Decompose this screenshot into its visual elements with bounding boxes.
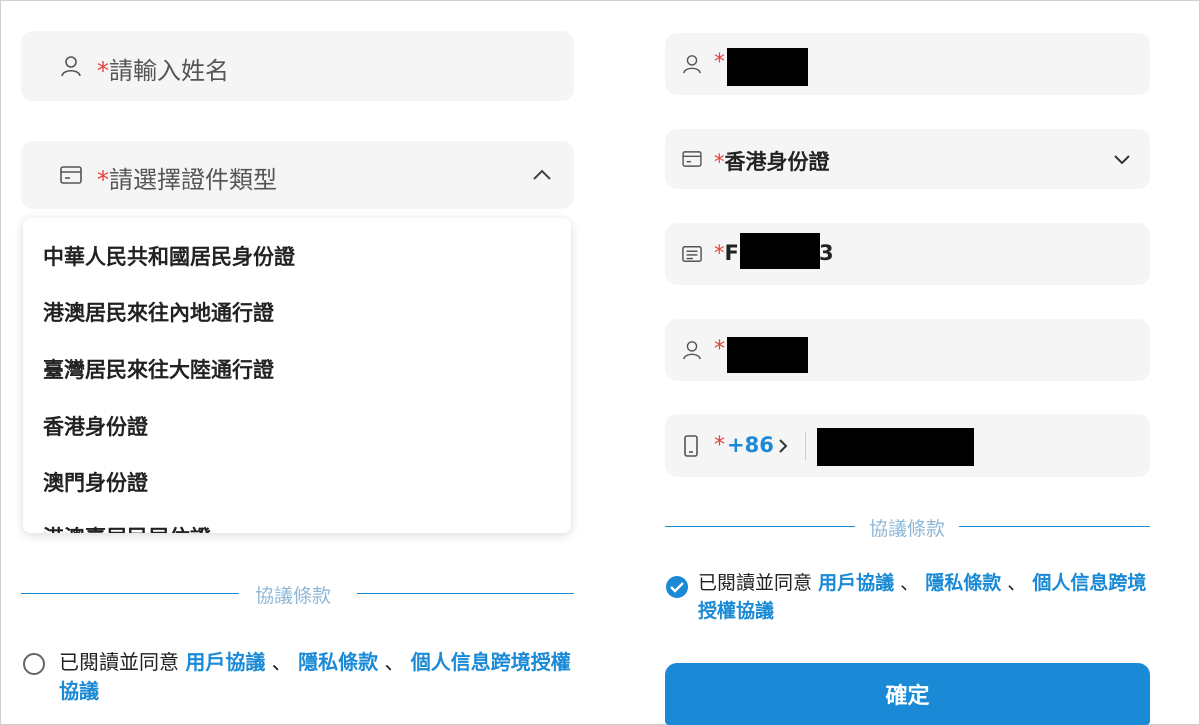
divider-line xyxy=(959,526,1150,527)
privacy-terms-link[interactable]: 隱私條款 xyxy=(298,650,378,674)
id-type-select[interactable]: *香港身份證 xyxy=(665,129,1150,189)
dropdown-option[interactable]: 中華人民共和國居民身份證 xyxy=(43,241,295,271)
redacted-value xyxy=(817,428,974,466)
name-placeholder: 請輸入姓名 xyxy=(109,57,229,85)
id-type-placeholder: 請選擇證件類型 xyxy=(109,166,277,194)
input-separator xyxy=(805,432,806,460)
required-mark: * xyxy=(97,57,109,85)
id-type-dropdown[interactable]: 中華人民共和國居民身份證 港澳居民來往內地通行證 臺灣居民來往大陸通行證 香港身… xyxy=(23,218,571,533)
agreement-text: 已閱讀並同意 用戶協議 、 隱私條款 、 個人信息跨境授權協議 xyxy=(698,570,1160,625)
chevron-right-icon[interactable] xyxy=(777,438,789,454)
agreement-prefix: 已閱讀並同意 xyxy=(59,650,179,674)
english-name-input[interactable]: * xyxy=(665,319,1150,381)
divider-line xyxy=(21,593,239,594)
mobile-phone-icon xyxy=(682,435,700,457)
redacted-value xyxy=(727,48,808,86)
dropdown-option[interactable]: 香港身份證 xyxy=(43,411,148,441)
required-mark: * xyxy=(714,433,725,458)
divider-label: 協議條款 xyxy=(255,585,332,607)
required-mark: * xyxy=(97,166,109,194)
confirm-button[interactable]: 確定 xyxy=(665,663,1150,725)
separator: 、 xyxy=(900,572,920,594)
divider-label: 協議條款 xyxy=(869,518,946,540)
privacy-terms-link[interactable]: 隱私條款 xyxy=(925,572,1001,594)
terms-divider: 協議條款 xyxy=(665,514,1150,540)
id-type-value: 香港身份證 xyxy=(724,150,830,174)
agree-checkbox-checked[interactable] xyxy=(666,576,688,598)
user-agreement-link[interactable]: 用戶協議 xyxy=(185,650,265,674)
id-card-icon xyxy=(681,149,703,169)
required-mark: * xyxy=(714,337,725,362)
id-card-icon xyxy=(59,163,83,187)
required-mark: * xyxy=(714,50,725,75)
user-icon xyxy=(681,53,703,75)
agreement-prefix: 已閱讀並同意 xyxy=(698,572,813,594)
redacted-value xyxy=(727,337,808,373)
dropdown-option[interactable]: 港澳臺居民居住證 xyxy=(43,522,211,533)
chevron-up-icon[interactable] xyxy=(531,165,553,185)
separator: 、 xyxy=(271,650,292,674)
redacted-value xyxy=(740,233,820,269)
user-agreement-link[interactable]: 用戶協議 xyxy=(818,572,894,594)
name-input[interactable]: * xyxy=(665,33,1150,95)
id-type-select[interactable]: *請選擇證件類型 xyxy=(21,141,574,209)
user-icon xyxy=(59,54,83,78)
separator: 、 xyxy=(1007,572,1027,594)
dropdown-option[interactable]: 港澳居民來往內地通行證 xyxy=(43,297,274,327)
id-number-input[interactable]: *F 3 xyxy=(665,223,1150,285)
terms-divider: 協議條款 xyxy=(21,581,574,607)
required-mark: * xyxy=(714,241,725,265)
dropdown-option[interactable]: 澳門身份證 xyxy=(43,467,148,497)
agreement-text: 已閱讀並同意 用戶協議 、 隱私條款 、 個人信息跨境授權協議 xyxy=(59,648,584,706)
divider-line xyxy=(665,526,855,527)
checkmark-icon xyxy=(670,582,684,593)
agree-radio[interactable] xyxy=(23,653,45,675)
required-mark: * xyxy=(714,150,725,174)
country-code-selector[interactable]: +86 xyxy=(727,433,774,457)
dropdown-option[interactable]: 臺灣居民來往大陸通行證 xyxy=(43,354,274,384)
user-icon xyxy=(681,339,703,361)
separator: 、 xyxy=(384,650,405,674)
divider-line xyxy=(357,593,574,594)
phone-input[interactable]: * +86 xyxy=(665,414,1150,477)
chevron-down-icon[interactable] xyxy=(1113,151,1131,167)
id-number-end: 3 xyxy=(819,241,834,265)
name-input[interactable]: *請輸入姓名 xyxy=(21,31,574,101)
id-number-start: F xyxy=(724,241,739,265)
document-icon xyxy=(681,244,703,264)
